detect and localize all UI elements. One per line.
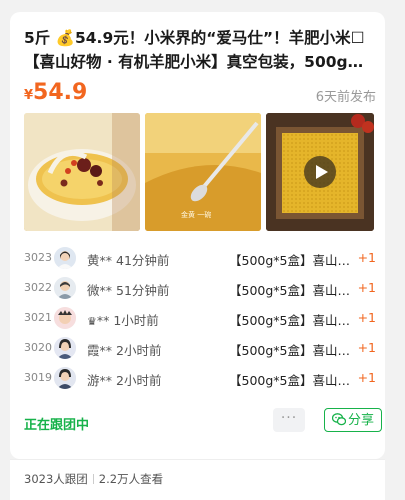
participant-name: 黄** [87, 253, 113, 268]
participant-name-time: ♛** 1小时前 [87, 310, 159, 329]
participant-item: 【500g*5盒】喜山… [229, 313, 350, 328]
post-title[interactable]: 5斤 💰54.9元！小米界的“爱马仕”！羊肥小米☐ 【喜山好物 · 有机羊肥小米… [24, 26, 374, 74]
participant-time: 2小时前 [116, 373, 162, 388]
participant-rank: 3021 [24, 311, 52, 324]
joined-count: 3023人跟团 [24, 472, 88, 486]
participant-qty: +1 [357, 280, 376, 295]
share-label: 分享 [347, 413, 374, 428]
participant-row[interactable]: 3020 霞** 2小时前 【500g*5盒】喜山… +1 [24, 334, 376, 364]
participant-rank: 3019 [24, 371, 52, 384]
user-avatar-icon [54, 307, 76, 329]
participant-row[interactable]: 3022 微** 51分钟前 【500g*5盒】喜山… +1 [24, 274, 376, 304]
participant-item: 【500g*5盒】喜山… [229, 343, 350, 358]
divider [92, 474, 94, 484]
participant-time: 41分钟前 [116, 253, 170, 268]
participant-time: 2小时前 [116, 343, 162, 358]
spoon-porridge-illustration: 金黄 一碗 [145, 113, 261, 231]
participant-row[interactable]: 3023 黄** 41分钟前 【500g*5盒】喜山… +1 [24, 244, 376, 274]
participant-name: 游** [87, 373, 113, 388]
price-value: 54.9 [33, 80, 88, 105]
participant-item: 【500g*5盒】喜山… [229, 283, 350, 298]
price-row: ¥54.9 6天前发布 [24, 80, 376, 108]
avatar [54, 247, 76, 269]
participant-name: 微** [87, 283, 113, 298]
user-avatar-icon [54, 277, 76, 299]
participant-name: ** [96, 313, 110, 328]
participant-name-time: 黄** 41分钟前 [87, 250, 169, 269]
avatar [54, 307, 76, 329]
product-image-spoon[interactable]: 金黄 一碗 [145, 113, 261, 231]
user-avatar-icon [54, 247, 76, 269]
participant-qty: +1 [357, 310, 376, 325]
participant-row[interactable]: 3019 游** 2小时前 【500g*5盒】喜山… +1 [24, 364, 376, 394]
participant-row[interactable]: 3021 ♛** 1小时前 【500g*5盒】喜山… +1 [24, 304, 376, 334]
group-status: 正在跟团中 [24, 418, 90, 433]
participant-time: 1小时前 [113, 313, 159, 328]
crown-icon: ♛ [87, 315, 97, 328]
participant-time: 51分钟前 [116, 283, 170, 298]
avatar [54, 337, 76, 359]
avatar [54, 367, 76, 389]
participant-list: 3023 黄** 41分钟前 【500g*5盒】喜山… +1 3022 微** … [24, 244, 376, 394]
more-button[interactable]: ··· [273, 408, 305, 432]
title-line-1: 5斤 💰54.9元！小米界的“爱马仕”！羊肥小米☐ [24, 29, 365, 47]
porridge-bowl-illustration [24, 113, 140, 231]
play-button[interactable] [304, 156, 336, 188]
user-avatar-icon [54, 337, 76, 359]
price: ¥54.9 [24, 80, 87, 105]
group-buy-card[interactable]: 5斤 💰54.9元！小米界的“爱马仕”！羊肥小米☐ 【喜山好物 · 有机羊肥小米… [10, 12, 385, 459]
participant-qty: +1 [357, 370, 376, 385]
image-caption: 金黄 一碗 [181, 210, 211, 219]
user-avatar-icon [54, 367, 76, 389]
wechat-icon [331, 413, 347, 426]
participant-qty: +1 [357, 340, 376, 355]
share-button[interactable]: 分享 [324, 408, 382, 432]
participant-rank: 3020 [24, 341, 52, 354]
footer-stats: 3023人跟团 2.2万人查看 [10, 459, 385, 500]
participant-item: 【500g*5盒】喜山… [229, 373, 350, 388]
price-currency: ¥ [24, 88, 34, 103]
avatar [54, 277, 76, 299]
image-gallery: 金黄 一碗 [24, 113, 374, 231]
participant-rank: 3023 [24, 251, 52, 264]
participant-qty: +1 [357, 250, 376, 265]
play-icon [316, 165, 328, 179]
participant-name-time: 微** 51分钟前 [87, 280, 169, 299]
participant-name-time: 游** 2小时前 [87, 370, 161, 389]
posted-time: 6天前发布 [315, 90, 376, 105]
stats-line: 3023人跟团 2.2万人查看 [24, 471, 163, 487]
participant-item: 【500g*5盒】喜山… [229, 253, 350, 268]
participant-name-time: 霞** 2小时前 [87, 340, 161, 359]
title-line-2: 【喜山好物 · 有机羊肥小米】真空包装，500g… [24, 53, 364, 71]
participant-name: 霞** [87, 343, 113, 358]
participant-rank: 3022 [24, 281, 52, 294]
product-video-thumbnail[interactable] [266, 113, 374, 231]
view-count: 2.2万人查看 [98, 472, 164, 486]
product-image-porridge-bowl[interactable] [24, 113, 140, 231]
